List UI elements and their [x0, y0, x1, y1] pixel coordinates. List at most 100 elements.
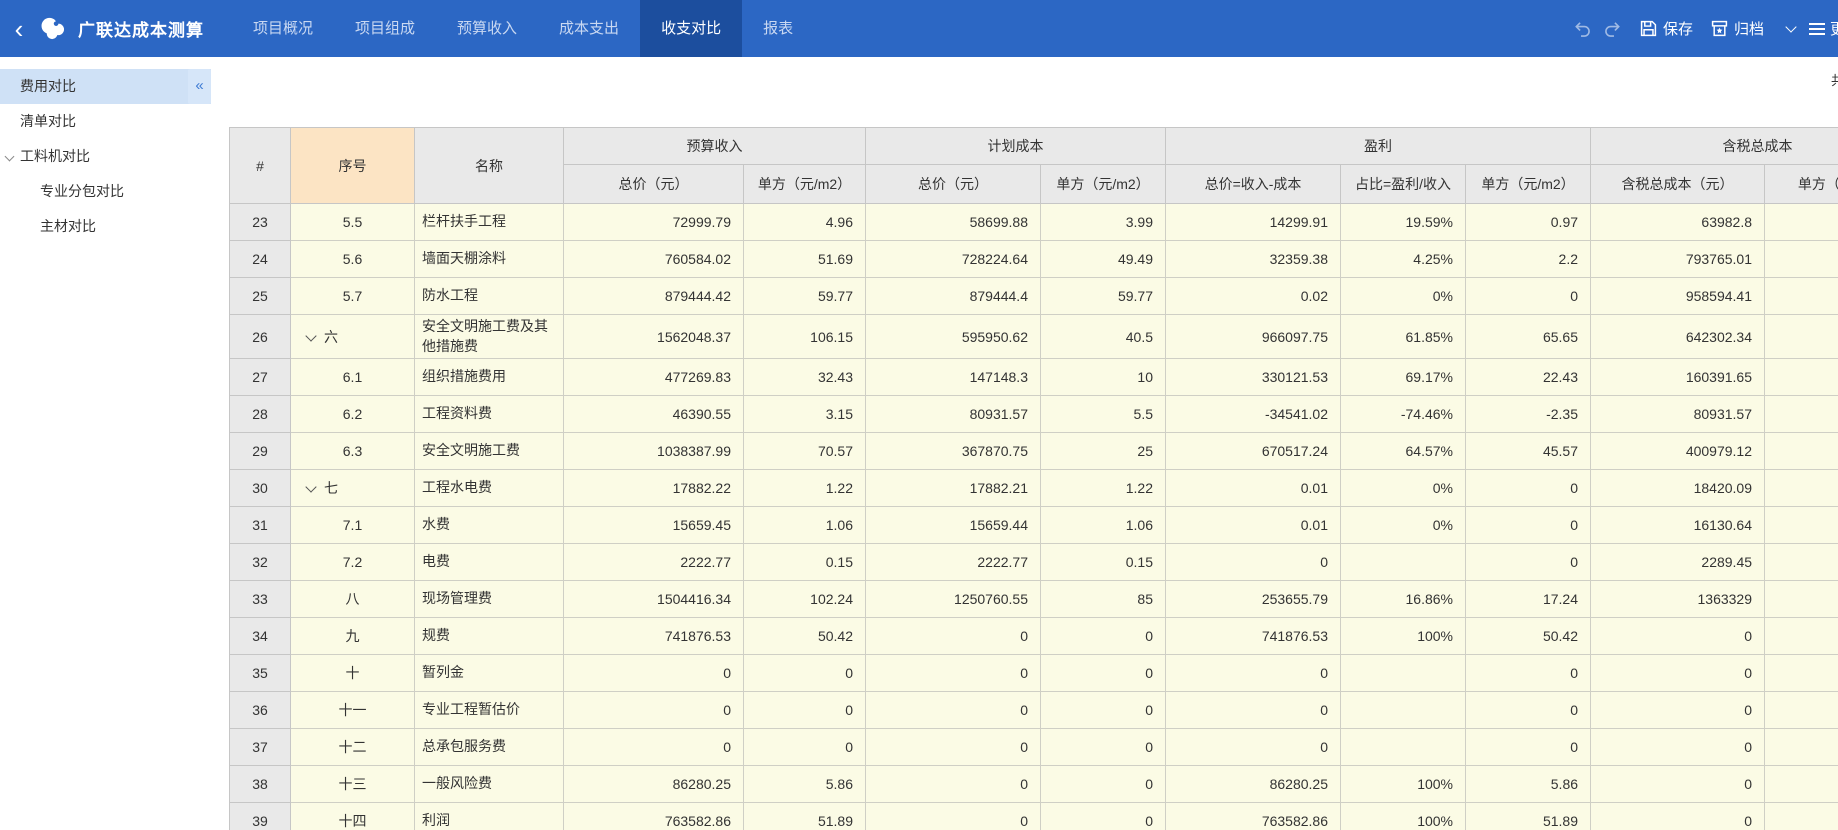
row-value-cell: 0: [866, 766, 1041, 803]
more-menu-button[interactable]: 更: [1809, 18, 1838, 39]
sidebar-item[interactable]: 费用对比: [0, 69, 211, 104]
redo-icon[interactable]: [1604, 20, 1623, 37]
row-name-cell: 防水工程: [415, 278, 564, 315]
row-value-cell: 477269.83: [564, 359, 744, 396]
expand-chevron-icon[interactable]: [305, 482, 316, 493]
table-row[interactable]: 235.5栏杆扶手工程72999.794.9658699.883.9914299…: [230, 204, 1838, 241]
topbar-tab[interactable]: 预算收入: [436, 0, 538, 57]
archive-button[interactable]: 归档: [1711, 18, 1764, 39]
row-value-cell: 2222.77: [866, 544, 1041, 581]
table-row[interactable]: 38十三一般风险费86280.255.860086280.25100%5.860: [230, 766, 1838, 803]
row-seq-cell: 十四: [291, 803, 415, 830]
row-value-cell: 0: [1591, 655, 1765, 692]
row-seq-cell: 5.6: [291, 241, 415, 278]
table-head: #序号名称预算收入计划成本盈利含税总成本总价（元）单方（元/m2）总价（元）单方…: [230, 128, 1838, 204]
column-subheader: 总价=收入-成本: [1166, 165, 1341, 204]
archive-dropdown-chevron-icon[interactable]: [1785, 21, 1796, 32]
row-seq-label: 十四: [339, 813, 367, 829]
row-value-cell: 69.17%: [1341, 359, 1466, 396]
row-value-cell: 0: [744, 692, 866, 729]
topbar-tab[interactable]: 项目组成: [334, 0, 436, 57]
row-value-cell: 0: [1166, 692, 1341, 729]
more-label-clipped: 更: [1830, 18, 1838, 39]
table-row[interactable]: 39十四利润763582.8651.8900763582.86100%51.89…: [230, 803, 1838, 830]
app-logo: [38, 15, 68, 42]
row-seq-cell: 7.1: [291, 507, 415, 544]
table-row[interactable]: 36十一专业工程暂估价0000000: [230, 692, 1838, 729]
back-icon[interactable]: ‹: [0, 2, 34, 56]
sidebar-item[interactable]: 清单对比: [0, 104, 211, 139]
column-subheader: 含税总成本（元）: [1591, 165, 1765, 204]
row-seq-cell: 6.3: [291, 433, 415, 470]
row-value-cell: 0: [1466, 544, 1591, 581]
table-row[interactable]: 276.1组织措施费用477269.8332.43147148.31033012…: [230, 359, 1838, 396]
table-row[interactable]: 296.3安全文明施工费1038387.9970.57367870.752567…: [230, 433, 1838, 470]
row-value-cell: [1765, 803, 1838, 830]
column-header: 序号: [291, 128, 415, 204]
row-value-cell: 0: [1466, 655, 1591, 692]
table-row[interactable]: 245.6墙面天棚涂料760584.0251.69728224.6449.493…: [230, 241, 1838, 278]
row-value-cell: [1765, 241, 1838, 278]
row-value-cell: 0: [1041, 618, 1166, 655]
sidebar: 费用对比清单对比工料机对比专业分包对比主材对比 «: [0, 57, 211, 830]
table-row[interactable]: 30七工程水电费17882.221.2217882.211.220.010%01…: [230, 470, 1838, 507]
sidebar-item[interactable]: 工料机对比: [0, 139, 211, 174]
row-value-cell: 22.43: [1466, 359, 1591, 396]
table-row[interactable]: 26六安全文明施工费及其他措施费1562048.37106.15595950.6…: [230, 315, 1838, 359]
row-seq-label: 5.6: [343, 251, 362, 267]
table-row[interactable]: 286.2工程资料费46390.553.1580931.575.5-34541.…: [230, 396, 1838, 433]
row-seq-cell: 6.2: [291, 396, 415, 433]
row-value-cell: 51.69: [744, 241, 866, 278]
save-button[interactable]: 保存: [1640, 18, 1693, 39]
row-value-cell: 879444.4: [866, 278, 1041, 315]
row-seq-label: 七: [324, 480, 338, 496]
row-value-cell: 51.89: [744, 803, 866, 830]
undo-icon[interactable]: [1572, 20, 1591, 37]
expand-chevron-icon[interactable]: [305, 330, 316, 341]
row-value-cell: 0: [1466, 507, 1591, 544]
row-seq-cell: 十三: [291, 766, 415, 803]
row-value-cell: 17.24: [1466, 581, 1591, 618]
row-value-cell: 0: [866, 803, 1041, 830]
sidebar-collapse-button[interactable]: «: [188, 69, 211, 104]
row-name-cell: 工程水电费: [415, 470, 564, 507]
row-seq-label: 十二: [339, 739, 367, 755]
row-value-cell: 0.02: [1166, 278, 1341, 315]
row-value-cell: [1765, 396, 1838, 433]
chevron-down-icon[interactable]: [5, 152, 15, 162]
row-value-cell: [1765, 544, 1838, 581]
sidebar-item[interactable]: 主材对比: [0, 209, 211, 244]
row-value-cell: 16130.64: [1591, 507, 1765, 544]
row-name-cell: 电费: [415, 544, 564, 581]
row-value-cell: 367870.75: [866, 433, 1041, 470]
topbar-tabs: 项目概况项目组成预算收入成本支出收支对比报表: [232, 0, 814, 57]
topbar-actions: 保存 归档 更: [1572, 0, 1838, 57]
row-value-cell: 4.96: [744, 204, 866, 241]
topbar-tab[interactable]: 项目概况: [232, 0, 334, 57]
row-value-cell: 51.89: [1466, 803, 1591, 830]
table-row[interactable]: 35十暂列金0000000: [230, 655, 1838, 692]
row-value-cell: 763582.86: [1166, 803, 1341, 830]
row-value-cell: 966097.75: [1166, 315, 1341, 359]
row-seq-label: 6.2: [343, 406, 362, 422]
row-value-cell: 5.86: [1466, 766, 1591, 803]
sidebar-item[interactable]: 专业分包对比: [0, 174, 211, 209]
table-row[interactable]: 317.1水费15659.451.0615659.441.060.010%016…: [230, 507, 1838, 544]
row-seq-cell: 七: [291, 470, 415, 507]
topbar-tab[interactable]: 成本支出: [538, 0, 640, 57]
row-value-cell: 61.85%: [1341, 315, 1466, 359]
topbar-tab[interactable]: 报表: [742, 0, 814, 57]
row-value-cell: 2289.45: [1591, 544, 1765, 581]
row-name-cell: 规费: [415, 618, 564, 655]
row-seq-cell: 十二: [291, 729, 415, 766]
table-row[interactable]: 37十二总承包服务费0000000: [230, 729, 1838, 766]
row-value-cell: 0: [1591, 766, 1765, 803]
topbar-tab[interactable]: 收支对比: [640, 0, 742, 57]
table-row[interactable]: 255.7防水工程879444.4259.77879444.459.770.02…: [230, 278, 1838, 315]
table-row[interactable]: 327.2电费2222.770.152222.770.15002289.45: [230, 544, 1838, 581]
row-value-cell: [1765, 433, 1838, 470]
table-row[interactable]: 33八现场管理费1504416.34102.241250760.55852536…: [230, 581, 1838, 618]
table-row[interactable]: 34九规费741876.5350.4200741876.53100%50.420: [230, 618, 1838, 655]
row-value-cell: 160391.65: [1591, 359, 1765, 396]
row-value-cell: 0: [1466, 692, 1591, 729]
